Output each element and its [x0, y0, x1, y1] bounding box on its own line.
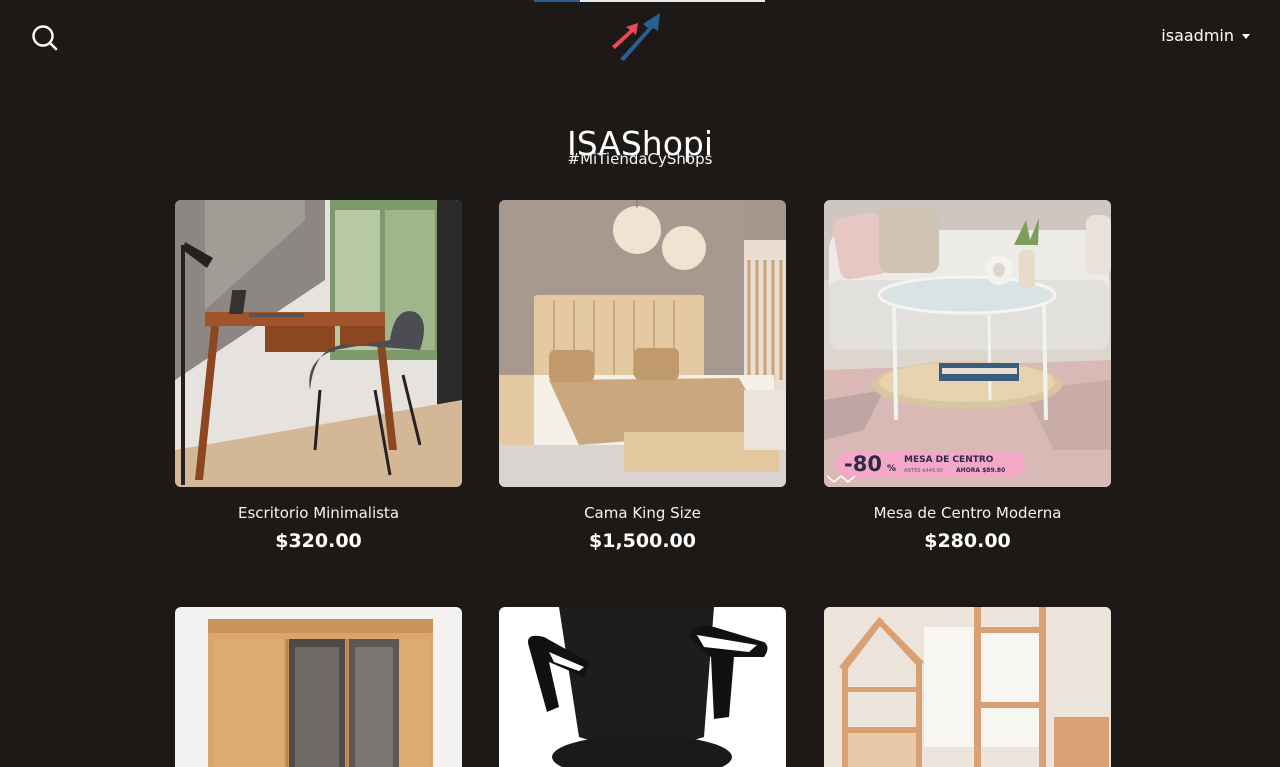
product-name[interactable]: Escritorio Minimalista — [175, 503, 462, 523]
promo-banner: -80 % MESA DE CENTRO ANTES $449.00 AHORA… — [836, 451, 1026, 477]
product-image-desk[interactable] — [175, 200, 462, 487]
product-price: $280.00 — [924, 530, 1011, 552]
product-price: $1,500.00 — [589, 530, 696, 552]
product-card[interactable] — [824, 607, 1111, 767]
user-menu-dropdown[interactable]: isaadmin — [1161, 26, 1250, 45]
product-image-office-chair[interactable] — [499, 607, 786, 767]
promo-discount: -80 — [844, 452, 882, 476]
product-card[interactable]: -80 % MESA DE CENTRO ANTES $449.00 AHORA… — [824, 200, 1111, 553]
store-logo-icon[interactable] — [608, 10, 676, 62]
promo-new-price: AHORA $89.80 — [956, 467, 1005, 474]
promo-label: MESA DE CENTRO — [904, 455, 994, 465]
product-image-bed[interactable] — [499, 200, 786, 487]
product-image-wardrobe[interactable] — [175, 607, 462, 767]
product-price: $320.00 — [275, 530, 362, 552]
product-image-bunk-bed[interactable] — [824, 607, 1111, 767]
store-tagline: #MiTiendaCyShops — [567, 150, 713, 168]
product-card[interactable]: Cama King Size $1,500.00 — [499, 200, 786, 553]
product-image-coffee-table[interactable]: -80 % MESA DE CENTRO ANTES $449.00 AHORA… — [824, 200, 1111, 487]
product-name[interactable]: Mesa de Centro Moderna — [824, 503, 1111, 523]
promo-percent: % — [887, 464, 896, 474]
chevron-down-icon — [1242, 33, 1250, 39]
site-header: isaadmin — [0, 0, 1280, 76]
product-name[interactable]: Cama King Size — [499, 503, 786, 523]
user-name: isaadmin — [1161, 26, 1234, 45]
product-card[interactable] — [499, 607, 786, 767]
promo-old-price: ANTES $449.00 — [904, 468, 943, 474]
product-card[interactable] — [175, 607, 462, 767]
product-card[interactable]: Escritorio Minimalista $320.00 — [175, 200, 462, 553]
search-icon[interactable] — [30, 23, 60, 53]
